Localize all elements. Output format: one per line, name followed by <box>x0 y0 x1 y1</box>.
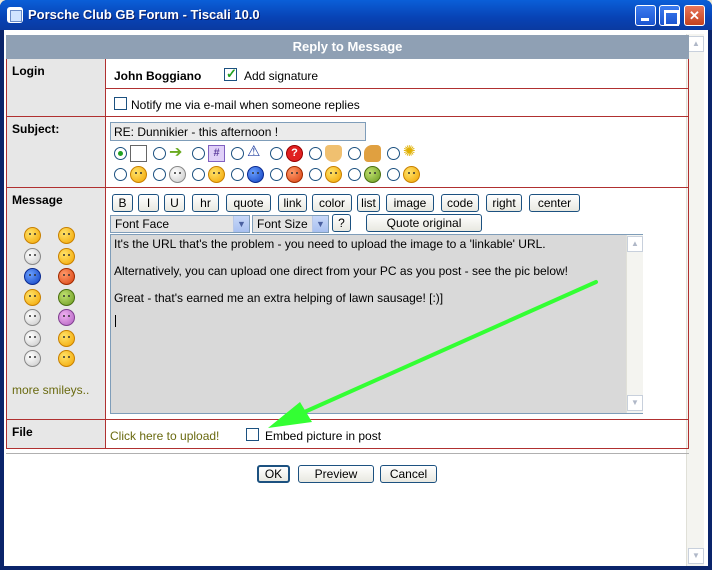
annotation-arrow-shaft <box>298 280 598 416</box>
cancel-button[interactable]: Cancel <box>380 465 437 483</box>
annotation-arrow-icon <box>268 280 598 428</box>
preview-button[interactable]: Preview <box>298 465 374 483</box>
annotation-arrow-head <box>268 402 312 428</box>
ok-button[interactable]: OK <box>257 465 290 483</box>
footer-divider <box>6 453 689 454</box>
window: Porsche Club GB Forum - Tiscali 10.0 ▲ ▼… <box>0 0 712 570</box>
